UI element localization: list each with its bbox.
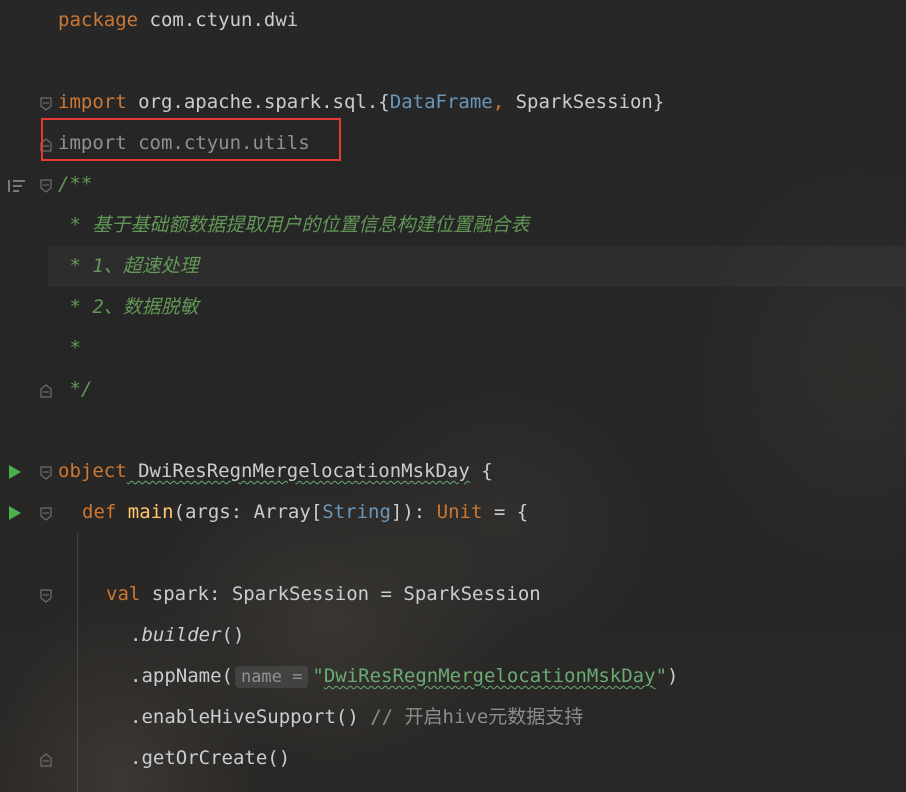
val-declaration: spark: SparkSession = SparkSession [140,583,541,605]
method-get-or-create: .getOrCreate() [130,747,291,769]
code-line-package[interactable]: package com.ctyun.dwi [0,0,906,41]
keyword-val: val [106,583,141,605]
doc-comment-text: * 2、数据脱敏 [58,296,199,318]
parameter-hint: name = [234,666,309,688]
code-line-val-spark[interactable]: val spark: SparkSession = SparkSession [0,574,906,615]
import-brace-close: } [652,91,665,113]
doc-comment-open: /** [58,173,93,195]
type-string: String [322,501,391,523]
run-gutter-icon[interactable] [9,465,21,479]
code-line-doc-2[interactable]: * 1、超速处理 [0,246,906,287]
params-open: (args: Array[ [173,501,323,523]
code-line-doc-1[interactable]: * 基于基础额数据提取用户的位置信息构建位置融合表 [0,205,906,246]
import-type-dataframe: DataFrame [389,91,493,113]
fold-marker-icon[interactable] [40,466,52,480]
method-enable-hive-support: .enableHiveSupport() [130,706,359,728]
code-line-enable-hive[interactable]: .enableHiveSupport() // 开启hive元数据支持 [0,697,906,738]
paren-close: ) [667,665,679,687]
doc-comment-text: * 基于基础额数据提取用户的位置信息构建位置融合表 [58,214,530,236]
run-gutter-icon[interactable] [9,506,21,520]
method-appname: .appName( [130,665,233,687]
line-comment: // 开启hive元数据支持 [358,706,584,728]
code-line-doc-end[interactable]: */ [0,369,906,410]
import-separator: , [492,91,516,113]
function-name-main: main [127,501,174,523]
render-doc-icon[interactable] [8,179,26,193]
doc-comment-text: * 1、超速处理 [58,255,199,277]
assign-brace: = { [482,501,529,523]
dot: . [130,624,142,646]
fold-marker-icon[interactable] [40,507,52,521]
code-editor[interactable]: package com.ctyun.dwi import org.apache.… [0,0,906,792]
code-line-import-spark[interactable]: import org.apache.spark.sql.{DataFrame, … [0,82,906,123]
red-highlight-box [41,118,341,161]
code-line-doc-start[interactable]: /** [0,164,906,205]
code-line-def-main[interactable]: def main(args: Array[String]): Unit = { [0,492,906,533]
fold-marker-icon[interactable] [40,589,52,603]
params-close: ]): [390,501,437,523]
parens: () [221,624,245,646]
code-line-object[interactable]: object DwiResRegnMergelocationMskDay { [0,451,906,492]
keyword-object: object [58,460,127,482]
keyword-package: package [58,9,139,31]
fold-marker-icon[interactable] [40,753,52,767]
type-unit: Unit [436,501,483,523]
method-builder: builder [141,624,222,646]
doc-comment-text: * [58,337,81,359]
code-line-appname[interactable]: .appName(name = "DwiResRegnMergelocationM… [0,656,906,697]
string-quote: " [655,665,668,687]
brace-open: { [469,460,493,482]
code-line-doc-4[interactable]: * [0,328,906,369]
fold-marker-icon[interactable] [40,97,52,111]
code-line-get-or-create[interactable]: .getOrCreate() [0,738,906,779]
object-name: DwiResRegnMergelocationMskDay [126,460,470,482]
package-name: com.ctyun.dwi [138,9,299,31]
fold-marker-icon[interactable] [40,179,52,193]
keyword-def: def [82,501,117,523]
doc-comment-close: */ [58,378,93,400]
string-literal-appname: DwiResRegnMergelocationMskDay [323,665,656,687]
code-line-builder[interactable]: .builder() [0,615,906,656]
fold-marker-icon[interactable] [40,384,52,398]
keyword-import: import [58,91,127,113]
import-type-sparksession: SparkSession [515,91,653,113]
import-path: org.apache.spark.sql.{ [126,91,390,113]
string-quote: " [312,665,324,687]
code-line-doc-3[interactable]: * 2、数据脱敏 [0,287,906,328]
